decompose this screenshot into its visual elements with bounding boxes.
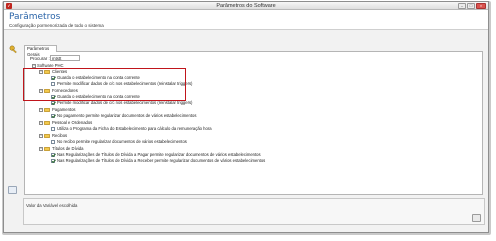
checkbox[interactable] xyxy=(51,139,55,144)
page-subtitle: Configuração pormenorizada de todo o sis… xyxy=(9,23,104,28)
window-controls: – □ × xyxy=(458,3,486,9)
close-button[interactable]: × xyxy=(476,3,486,9)
parameters-window: ✓ Parâmetros do Software – □ × Parâmetro… xyxy=(3,1,489,233)
collapse-icon[interactable]: − xyxy=(32,63,36,68)
page-title: Parâmetros xyxy=(9,12,61,22)
collapse-icon[interactable]: − xyxy=(39,133,43,138)
highlight-box xyxy=(23,68,186,101)
option-label: Nas Regularizações de Títulos de Dívida … xyxy=(57,152,261,157)
node-label: Pagamentos xyxy=(52,107,76,112)
folder-icon xyxy=(44,146,50,151)
search-input[interactable] xyxy=(50,55,80,61)
node-label: Pessoal e Ordenados xyxy=(52,120,93,125)
key-icon xyxy=(9,45,17,54)
tree-option[interactable]: No pagamento permite regularizar documen… xyxy=(51,113,196,118)
checkbox[interactable] xyxy=(51,100,55,105)
tree-option[interactable]: Nas Regularizações de Títulos de Dívida … xyxy=(51,158,265,163)
status-text: Valor da Variável escolhida xyxy=(26,203,78,208)
checkbox[interactable] xyxy=(51,152,55,157)
side-action-button[interactable] xyxy=(8,186,17,194)
tree-option[interactable]: Utiliza o Programa da Ficha do Estabelec… xyxy=(51,126,212,131)
checkbox[interactable] xyxy=(51,158,55,163)
window-title: Parâmetros do Software xyxy=(216,3,276,9)
title-bar[interactable]: ✓ Parâmetros do Software – □ × xyxy=(4,2,488,10)
option-label: Utiliza o Programa da Ficha do Estabelec… xyxy=(57,126,212,131)
maximize-button[interactable]: □ xyxy=(467,3,475,9)
option-label: No recibo permite regularizar documentos… xyxy=(57,139,187,144)
checkbox[interactable] xyxy=(51,113,55,118)
collapse-icon[interactable]: − xyxy=(39,120,43,125)
status-area: Valor da Variável escolhida xyxy=(23,198,485,225)
minimize-button[interactable]: – xyxy=(458,3,466,9)
collapse-icon[interactable]: − xyxy=(39,107,43,112)
tree-node-recibos[interactable]: − Recibos xyxy=(39,133,67,138)
option-label: Nas Regularizações de Títulos de Dívida … xyxy=(57,158,266,163)
node-label: Títulos de Dívida xyxy=(52,146,84,151)
checkbox[interactable] xyxy=(51,126,55,131)
tree-node-titulos[interactable]: − Títulos de Dívida xyxy=(39,146,83,151)
tab-parametros-gerais[interactable]: Parâmetros Gerais xyxy=(24,45,57,57)
folder-icon xyxy=(44,120,50,125)
tree-option[interactable]: No recibo permite regularizar documentos… xyxy=(51,139,187,144)
folder-icon xyxy=(44,107,50,112)
option-label: No pagamento permite regularizar documen… xyxy=(57,113,197,118)
collapse-icon[interactable]: − xyxy=(39,146,43,151)
header-banner: Parâmetros Configuração pormenorizada de… xyxy=(4,10,488,30)
save-button[interactable] xyxy=(472,214,481,222)
folder-icon xyxy=(44,133,50,138)
tree-node-pagamentos[interactable]: − Pagamentos xyxy=(39,107,76,112)
node-label: Recibos xyxy=(52,133,68,138)
tree-node-pessoal[interactable]: − Pessoal e Ordenados xyxy=(39,120,92,125)
left-toolbar xyxy=(5,31,21,227)
tree-option[interactable]: Nas Regularizações de Títulos de Dívida … xyxy=(51,152,261,157)
